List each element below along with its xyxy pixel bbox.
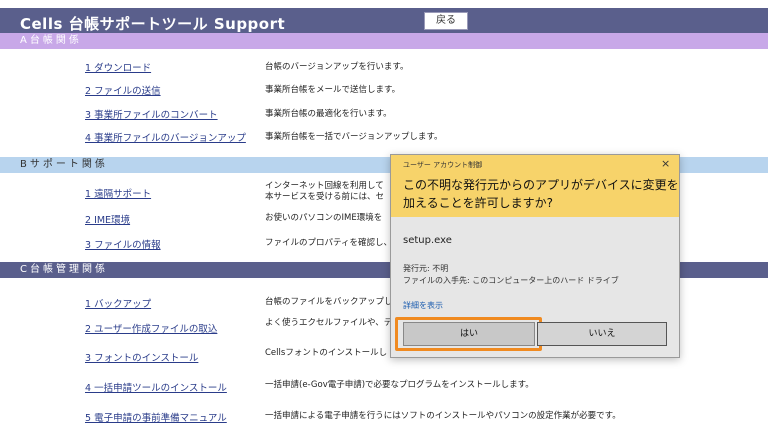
menu-link-download[interactable]: 1 ダウンロード [85,60,151,74]
close-icon[interactable]: × [661,157,670,170]
menu-desc: 一括申請による電子申請を行うにはソフトのインストールやパソコンの設定作業が必要で… [265,411,621,421]
menu-link-ime[interactable]: 2 IME環境 [85,212,130,226]
menu-desc: 事業所台帳の最適化を行います。 [265,109,392,119]
menu-desc: Cellsフォントのインストールし [265,348,388,358]
uac-dialog: ユーザー アカウント制御 × この不明な発行元からのアプリがデバイスに変更を 加… [390,154,680,358]
uac-publisher: 発行元: 不明 [403,264,449,273]
back-button[interactable]: 戻る [424,12,468,30]
uac-filename: setup.exe [403,235,452,246]
menu-desc: インターネット回線を利用して [265,181,384,191]
menu-desc: 本サービスを受ける前には、セ [265,192,385,202]
menu-desc: 一括申請(e-Gov電子申請)で必要なプログラムをインストールします。 [265,380,534,390]
uac-question: 加えることを許可しますか? [403,196,554,210]
menu-link-file-info[interactable]: 3 ファイルの情報 [85,237,161,251]
app-header: Cells 台帳サポートツール Support 戻る [0,8,768,34]
menu-desc: よく使うエクセルファイルや、テ [265,318,393,328]
no-button[interactable]: いいえ [537,322,667,346]
uac-origin: ファイルの入手先: このコンピューター上のハード ドライブ [403,276,619,285]
menu-link-import[interactable]: 2 ユーザー作成ファイルの取込 [85,321,217,335]
menu-desc: お使いのパソコンのIME環境を [265,213,383,223]
app-title: Cells 台帳サポートツール Support [20,15,286,33]
uac-show-details-link[interactable]: 詳細を表示 [403,300,443,311]
menu-link-version-up[interactable]: 4 事業所ファイルのバージョンアップ [85,130,246,144]
menu-desc: ファイルのプロパティを確認し、 [265,238,392,248]
menu-link-batch-tool[interactable]: 4 一括申請ツールのインストール [85,380,227,394]
section-a-header: A台帳関係 [0,33,768,49]
menu-desc: 台帳のファイルをバックアップし [265,297,393,307]
menu-desc: 台帳のバージョンアップを行います。 [265,62,409,72]
menu-link-font-install[interactable]: 3 フォントのインストール [85,350,198,364]
uac-header: ユーザー アカウント制御 × この不明な発行元からのアプリがデバイスに変更を 加… [391,155,679,217]
uac-title: ユーザー アカウント制御 [403,161,483,169]
menu-link-remote-support[interactable]: 1 遠隔サポート [85,186,151,200]
menu-link-file-send[interactable]: 2 ファイルの送信 [85,83,161,97]
menu-link-backup[interactable]: 1 バックアップ [85,296,151,310]
uac-question: この不明な発行元からのアプリがデバイスに変更を [403,178,679,192]
menu-desc: 事業所台帳を一括でバージョンアップします。 [265,132,443,142]
menu-link-convert[interactable]: 3 事業所ファイルのコンバート [85,107,218,121]
yes-button[interactable]: はい [403,322,535,346]
menu-link-manual[interactable]: 5 電子申請の事前準備マニュアル [85,410,227,424]
menu-desc: 事業所台帳をメールで送信します。 [265,85,401,95]
